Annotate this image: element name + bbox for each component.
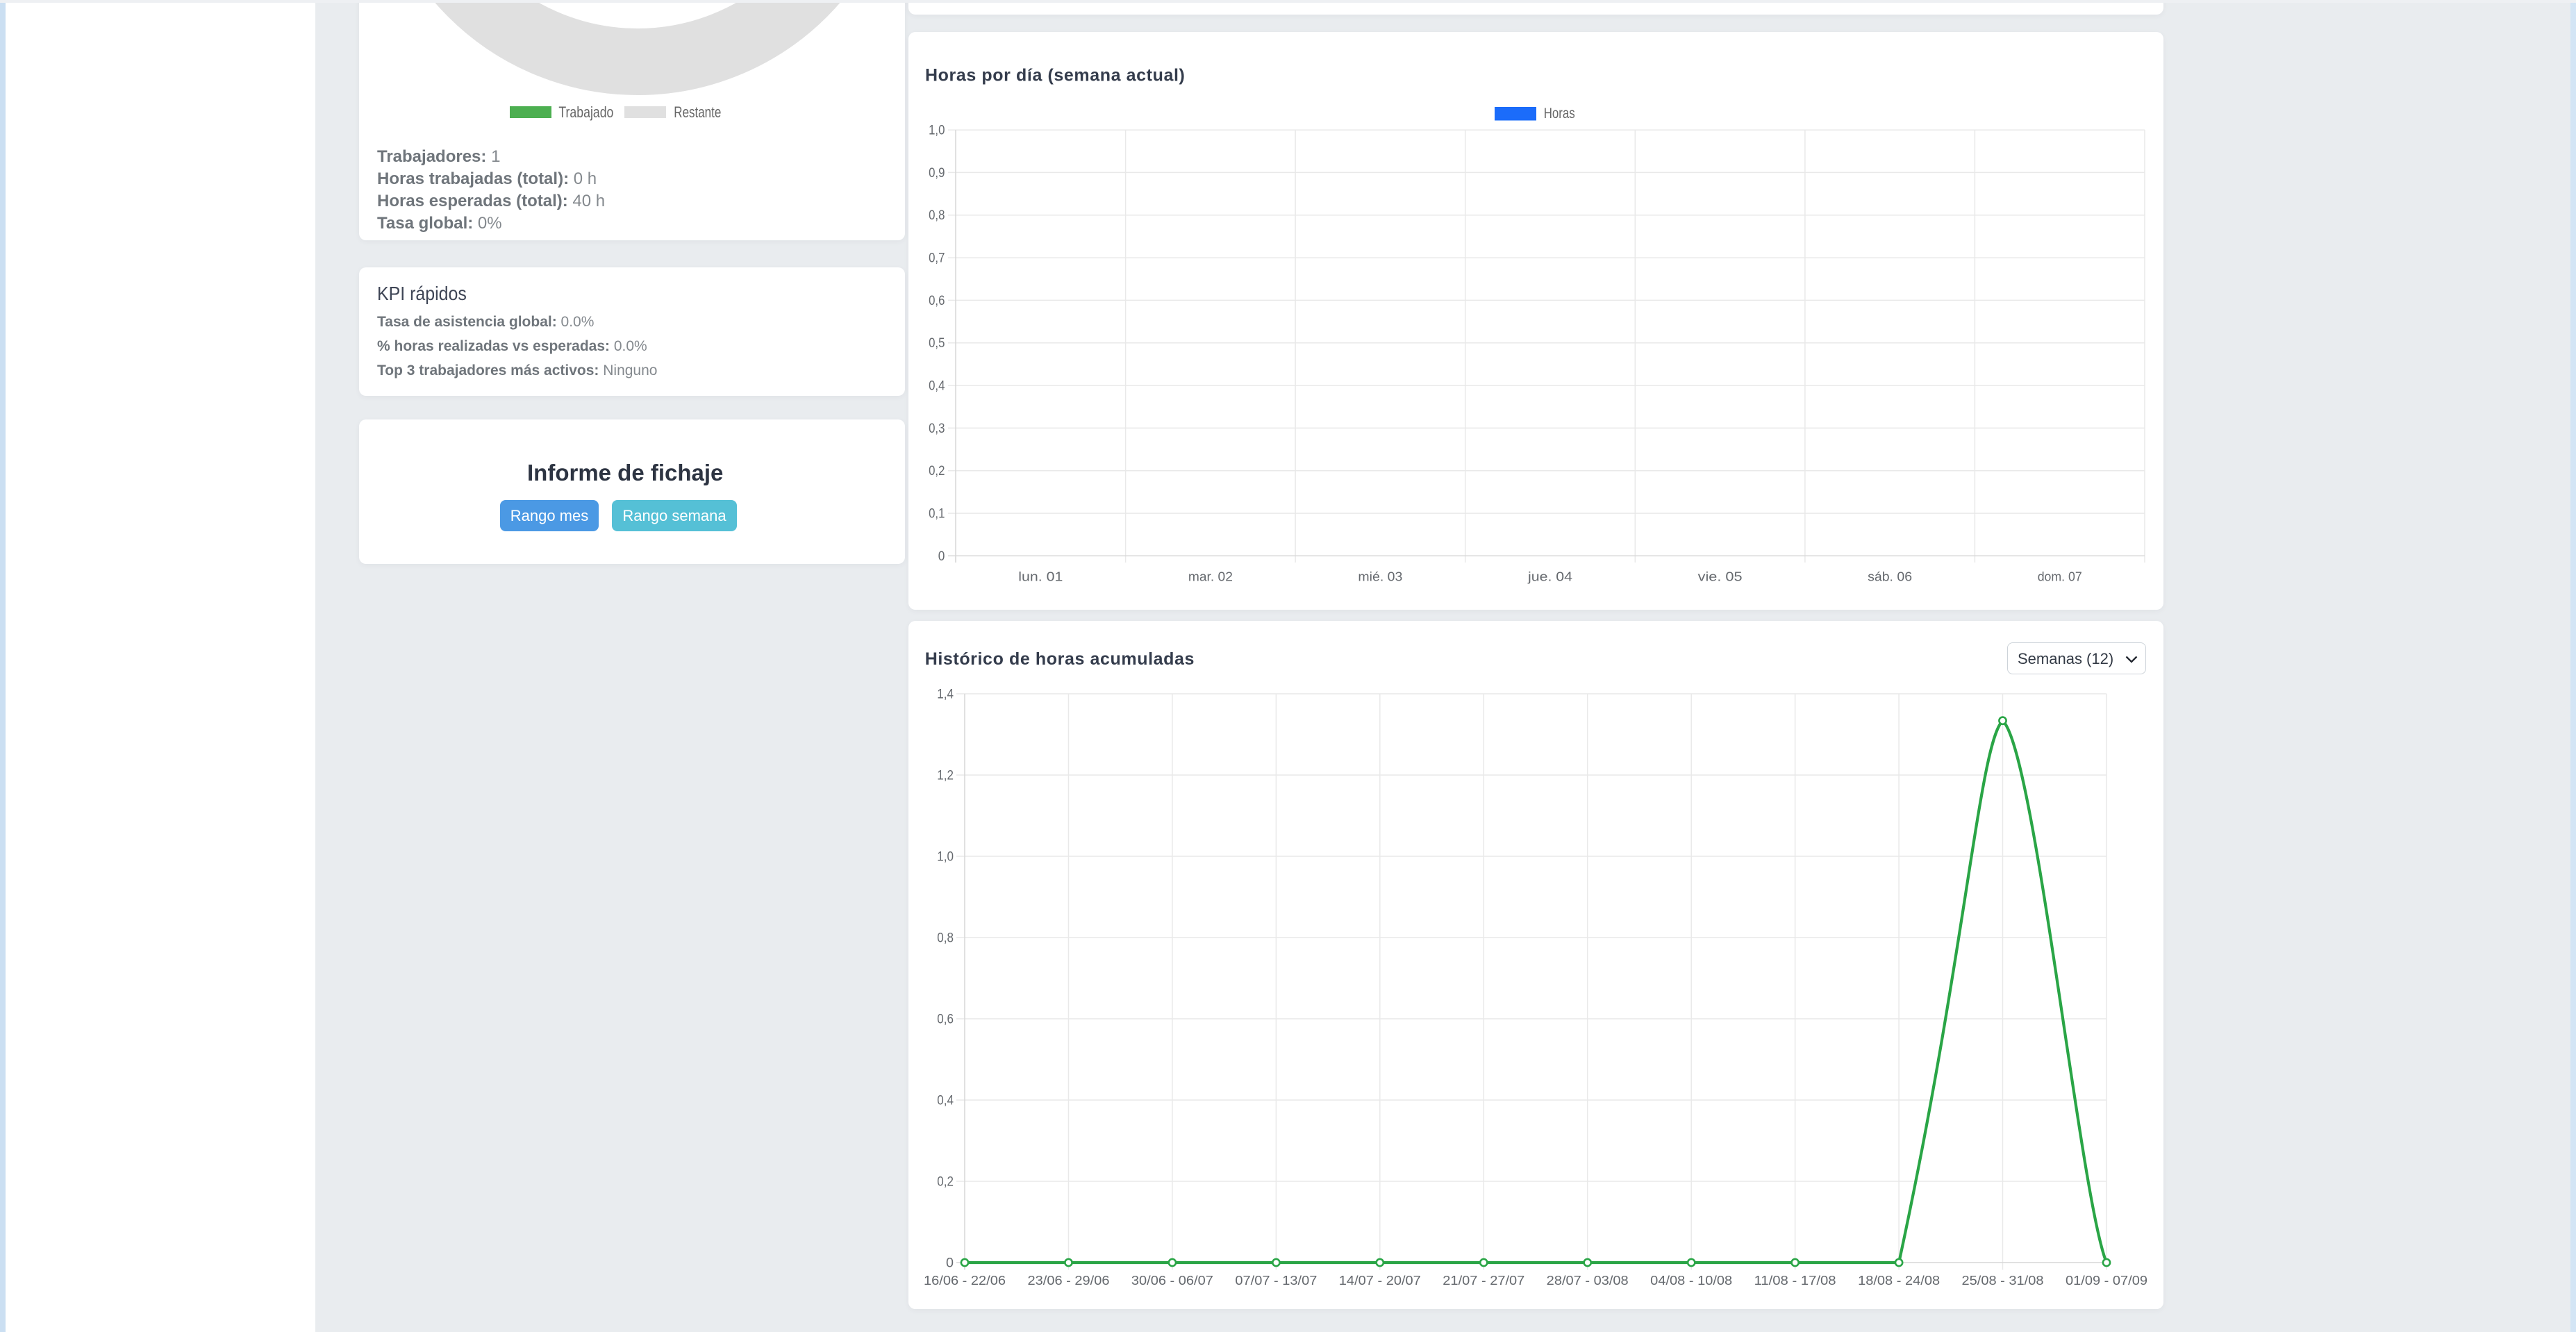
svg-text:16/06 - 22/06: 16/06 - 22/06 — [924, 1273, 1006, 1288]
svg-text:0,5: 0,5 — [929, 335, 945, 351]
svg-text:0,6: 0,6 — [929, 293, 945, 308]
svg-text:28/07 - 03/08: 28/07 - 03/08 — [1547, 1273, 1629, 1288]
svg-text:0,8: 0,8 — [929, 208, 945, 223]
svg-text:0,7: 0,7 — [929, 251, 945, 266]
svg-text:0,9: 0,9 — [929, 165, 945, 181]
svg-text:jue. 04: jue. 04 — [1527, 569, 1572, 584]
svg-text:0,1: 0,1 — [929, 506, 945, 522]
svg-text:0,4: 0,4 — [937, 1093, 954, 1108]
svg-text:0,2: 0,2 — [929, 463, 945, 478]
svg-text:04/08 - 10/08: 04/08 - 10/08 — [1650, 1273, 1732, 1288]
svg-text:Restante: Restante — [674, 103, 721, 121]
svg-text:1,4: 1,4 — [937, 687, 954, 702]
svg-text:25/08 - 31/08: 25/08 - 31/08 — [1962, 1273, 2044, 1288]
svg-text:Horas: Horas — [1544, 106, 1575, 122]
svg-text:mié. 03: mié. 03 — [1358, 569, 1402, 584]
svg-text:0: 0 — [946, 1256, 954, 1271]
svg-text:mar. 02: mar. 02 — [1188, 569, 1233, 584]
svg-text:1,0: 1,0 — [937, 849, 954, 865]
svg-text:0: 0 — [938, 549, 945, 564]
svg-text:vie. 05: vie. 05 — [1698, 569, 1743, 584]
svg-text:0,3: 0,3 — [929, 421, 945, 436]
svg-text:dom. 07: dom. 07 — [2038, 569, 2082, 584]
svg-text:1,2: 1,2 — [937, 768, 954, 783]
svg-text:Horas por día (semana actual): Horas por día (semana actual) — [925, 65, 1185, 85]
svg-text:01/09 - 07/09: 01/09 - 07/09 — [2066, 1273, 2147, 1288]
svg-text:0,6: 0,6 — [937, 1012, 954, 1027]
svg-text:14/07 - 20/07: 14/07 - 20/07 — [1339, 1273, 1421, 1288]
svg-text:23/06 - 29/06: 23/06 - 29/06 — [1028, 1273, 1110, 1288]
svg-text:Trabajado: Trabajado — [558, 103, 613, 121]
svg-text:30/06 - 06/07: 30/06 - 06/07 — [1131, 1273, 1213, 1288]
svg-text:sáb. 06: sáb. 06 — [1868, 569, 1912, 584]
svg-text:Histórico de horas acumuladas: Histórico de horas acumuladas — [925, 649, 1195, 669]
svg-text:lun. 01: lun. 01 — [1018, 569, 1063, 584]
svg-text:07/07 - 13/07: 07/07 - 13/07 — [1235, 1273, 1317, 1288]
svg-text:18/08 - 24/08: 18/08 - 24/08 — [1858, 1273, 1940, 1288]
svg-text:0,8: 0,8 — [937, 931, 954, 946]
svg-text:0,4: 0,4 — [929, 378, 945, 394]
svg-text:1,0: 1,0 — [929, 123, 945, 138]
svg-text:21/07 - 27/07: 21/07 - 27/07 — [1443, 1273, 1524, 1288]
svg-text:0,2: 0,2 — [937, 1174, 954, 1190]
svg-text:11/08 - 17/08: 11/08 - 17/08 — [1754, 1273, 1836, 1288]
